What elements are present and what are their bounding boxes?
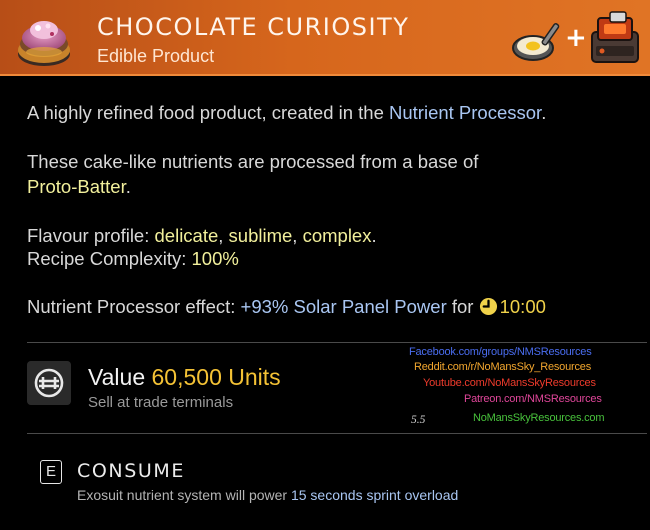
- watermark-youtube: Youtube.com/NoMansSkyResources: [423, 377, 596, 389]
- divider: [27, 342, 647, 343]
- description-line-3: Proto-Batter.: [27, 175, 131, 198]
- version-label: 5.5: [411, 414, 426, 426]
- watermark-patreon: Patreon.com/NMSResources: [464, 393, 602, 405]
- frying-pan-icon: [512, 23, 560, 61]
- effect-label: Nutrient Processor effect:: [27, 296, 241, 317]
- processor-effect: Nutrient Processor effect: +93% Solar Pa…: [27, 295, 546, 318]
- flavour-sep: ,: [292, 225, 303, 246]
- value-label: Value: [88, 364, 152, 390]
- flavour-end: .: [371, 225, 377, 246]
- clock-icon: [479, 297, 497, 316]
- watermark-facebook: Facebook.com/groups/NMSResources: [409, 346, 592, 358]
- cake-icon: [18, 21, 70, 66]
- recipe-plus: +: [565, 23, 587, 53]
- units-currency-icon: [27, 361, 71, 405]
- item-value: Value 60,500 Units: [88, 364, 281, 391]
- description-line-1: A highly refined food product, created i…: [27, 101, 546, 124]
- value-subtext: Sell at trade terminals: [88, 394, 234, 411]
- description-punct: .: [125, 176, 131, 197]
- description-punct: .: [541, 102, 547, 123]
- watermark-reddit: Reddit.com/r/NoMansSky_Resources: [414, 361, 592, 373]
- consume-effect: 15 seconds sprint overload: [290, 487, 459, 503]
- description-line-2: These cake-like nutrients are processed …: [27, 151, 479, 172]
- recipe-complexity: Recipe Complexity: 100%: [27, 247, 239, 270]
- consume-key-prompt[interactable]: E: [40, 460, 62, 484]
- complexity-value: 100%: [191, 248, 239, 269]
- consume-action[interactable]: CONSUME: [77, 460, 185, 482]
- flavour-value-2: sublime: [228, 225, 293, 246]
- effect-for: for: [446, 296, 479, 317]
- tooltip-header: CHOCOLATE CURIOSITY Edible Product +: [0, 0, 650, 76]
- flavour-label: Flavour profile:: [27, 225, 155, 246]
- consume-desc-text: Exosuit nutrient system will power: [77, 487, 291, 503]
- flavour-sep: ,: [218, 225, 229, 246]
- proto-batter-link: Proto-Batter: [27, 176, 126, 197]
- item-title: CHOCOLATE CURIOSITY: [97, 13, 410, 41]
- complexity-label: Recipe Complexity:: [27, 248, 192, 269]
- flavour-profile: Flavour profile: delicate, sublime, comp…: [27, 224, 377, 247]
- effect-value: +93% Solar Panel Power: [240, 296, 447, 317]
- flavour-value-1: delicate: [154, 225, 219, 246]
- item-category: Edible Product: [97, 46, 215, 66]
- watermark-website: NoMansSkyResources.com: [473, 412, 605, 424]
- divider: [27, 433, 647, 434]
- item-tooltip-panel: CHOCOLATE CURIOSITY Edible Product + A h…: [0, 0, 650, 530]
- description-text: A highly refined food product, created i…: [27, 102, 390, 123]
- nutrient-processor-icon: [591, 11, 639, 63]
- effect-duration: 10:00: [499, 296, 546, 317]
- nutrient-processor-link: Nutrient Processor: [389, 102, 542, 123]
- consume-description: Exosuit nutrient system will power 15 se…: [77, 487, 458, 503]
- value-amount: 60,500 Units: [151, 364, 281, 390]
- flavour-value-3: complex: [302, 225, 372, 246]
